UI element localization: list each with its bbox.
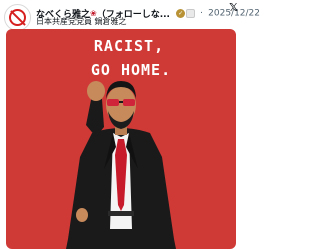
author-line: なべくら雅之❀（フォローしな... ✓ · 2025/12/22 bbox=[36, 3, 260, 21]
person-illustration bbox=[66, 81, 176, 249]
author-bio: 日本共産党党員 鍋倉雅之 bbox=[36, 17, 127, 26]
government-badge-icon bbox=[186, 9, 196, 18]
verified-badge-icon[interactable]: ✓ bbox=[176, 9, 186, 18]
x-logo-icon[interactable]: 𝕏 bbox=[229, 1, 238, 14]
post-image[interactable]: RACIST, GO HOME. bbox=[6, 29, 236, 249]
separator: · bbox=[200, 8, 204, 19]
avatar[interactable] bbox=[4, 4, 31, 31]
